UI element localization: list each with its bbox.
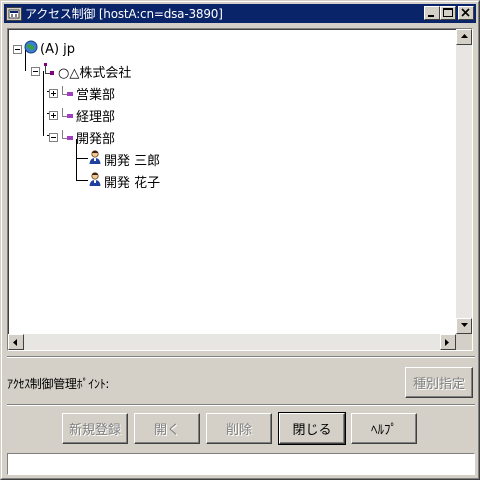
delete-button[interactable]: 削除 <box>206 413 272 444</box>
tree-node-root[interactable]: (A) jp <box>13 39 75 59</box>
horizontal-scrollbar[interactable] <box>8 334 456 350</box>
organization-icon <box>42 62 56 80</box>
scroll-up-button[interactable] <box>456 29 472 45</box>
window-title: アクセス制御 [hostA:cn=dsa-3890] <box>25 7 223 21</box>
app-icon[interactable] <box>6 6 22 21</box>
new-registration-button[interactable]: 新規登録 <box>62 413 128 444</box>
tree-node-label: 開発 花子 <box>104 175 161 191</box>
collapse-toggle[interactable] <box>13 44 22 54</box>
expand-toggle[interactable] <box>49 88 58 98</box>
tree-node-organization[interactable]: ○△株式会社 <box>31 61 131 81</box>
arrow-right-icon <box>445 339 449 346</box>
scroll-corner <box>456 334 472 350</box>
collapse-toggle[interactable] <box>31 66 40 76</box>
access-control-window: アクセス制御 [hostA:cn=dsa-3890] (A) jp ○△株式会社… <box>0 0 480 480</box>
scroll-left-button[interactable] <box>8 334 24 350</box>
person-icon <box>88 149 102 169</box>
tree-node-person[interactable]: 開発 花子 <box>88 171 160 191</box>
separator <box>7 404 475 406</box>
directory-tree-panel[interactable]: (A) jp ○△株式会社 営業部 経理部 開発部 開発 三郎 開発 花子 <box>7 28 473 351</box>
tree-node-unit-accounting[interactable]: 経理部 <box>49 105 115 125</box>
arrow-down-icon <box>461 323 468 327</box>
collapse-toggle[interactable] <box>49 132 58 142</box>
close-window-button[interactable] <box>458 6 474 20</box>
help-button[interactable]: ﾍﾙﾌﾟ <box>351 413 417 444</box>
window-controls <box>424 6 474 20</box>
close-icon <box>461 8 470 17</box>
scroll-right-button[interactable] <box>440 334 456 350</box>
maximize-icon <box>443 8 453 17</box>
minimize-button[interactable] <box>424 6 440 20</box>
open-button[interactable]: 開く <box>134 413 200 444</box>
tree-line <box>76 158 88 159</box>
tree-node-label: 開発部 <box>76 131 116 147</box>
tree-node-label: 営業部 <box>76 87 116 103</box>
specify-type-button[interactable]: 種別指定 <box>405 367 473 398</box>
maximize-button[interactable] <box>440 6 456 20</box>
org-unit-icon <box>60 128 74 146</box>
tree-line <box>76 180 88 181</box>
scroll-down-button[interactable] <box>456 318 472 334</box>
tree-node-unit-sales[interactable]: 営業部 <box>49 83 115 103</box>
arrow-up-icon <box>461 34 468 38</box>
close-button[interactable]: 閉じる <box>278 412 346 445</box>
tree-node-unit-development[interactable]: 開発部 <box>49 127 115 147</box>
tree-node-person[interactable]: 開発 三郎 <box>88 149 160 169</box>
tree-node-label: ○△株式会社 <box>58 65 132 81</box>
globe-icon <box>24 40 38 58</box>
tree-node-label: (A) jp <box>40 41 76 57</box>
status-bar <box>7 453 475 475</box>
person-icon <box>88 171 102 191</box>
arrow-left-icon <box>13 339 17 346</box>
expand-toggle[interactable] <box>49 110 58 120</box>
tree-node-label: 経理部 <box>76 109 116 125</box>
access-control-point-label: ｱｸｾｽ制御管理ﾎﾟｲﾝﾄ: <box>7 377 110 391</box>
separator <box>7 356 475 358</box>
org-unit-icon <box>60 106 74 124</box>
minimize-icon <box>428 15 434 17</box>
title-bar[interactable]: アクセス制御 [hostA:cn=dsa-3890] <box>4 4 476 23</box>
org-unit-icon <box>60 84 74 102</box>
vertical-scrollbar[interactable] <box>456 29 472 334</box>
tree-node-label: 開発 三郎 <box>104 153 161 169</box>
